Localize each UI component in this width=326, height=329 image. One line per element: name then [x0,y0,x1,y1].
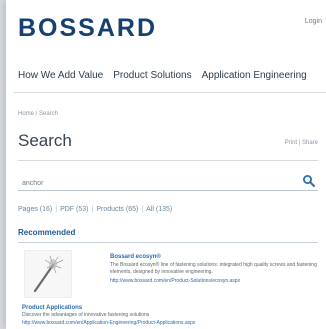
filter-pages[interactable]: Pages (16) [18,206,52,213]
result-filters: Pages (16) | PDF (53) | Products (65) | … [18,206,172,213]
search-input[interactable] [20,176,294,190]
result-thumbnail[interactable] [24,250,72,298]
search-bar [18,174,318,191]
page-tools[interactable]: Print | Share [285,140,318,146]
fastener-image-icon [33,255,64,293]
nav-item-application-engineering[interactable]: Application Engineering [202,70,307,81]
title-divider [18,160,318,161]
filter-separator: | [55,206,58,213]
nav-divider [14,92,326,93]
result-title[interactable]: Product Applications [22,305,82,311]
filter-pdf[interactable]: PDF (53) [60,206,88,213]
filter-all[interactable]: All (135) [146,206,172,213]
page-title: Search [18,131,72,150]
main-nav: How We Add Value Product Solutions Appli… [18,70,326,81]
result-title[interactable]: Bossard ecosyn® [110,254,161,260]
recommended-heading: Recommended [18,228,76,237]
logo-text: BOSSARD [18,14,158,42]
filter-separator: | [141,206,144,213]
filter-separator: | [91,206,94,213]
result-description: The Bossard ecosyn® line of fastening so… [110,262,317,275]
result-description: Discover the advantages of innovative fa… [22,312,150,318]
search-icon[interactable] [302,174,316,188]
breadcrumb[interactable]: Home / Search [18,111,58,117]
bossard-logo[interactable]: BOSSARD [18,14,157,43]
recommended-divider [18,242,318,243]
result-url[interactable]: http://www.bossard.com/en/Product-Soluti… [110,278,240,284]
login-link[interactable]: Login [305,18,322,25]
page: BOSSARD Login How We Add Value Product S… [6,0,326,329]
filter-products[interactable]: Products (65) [96,206,138,213]
nav-item-product-solutions[interactable]: Product Solutions [113,70,191,81]
nav-item-how-we-add-value[interactable]: How We Add Value [18,70,103,81]
result-url[interactable]: http://www.bossard.com/en/Application-En… [22,320,195,326]
